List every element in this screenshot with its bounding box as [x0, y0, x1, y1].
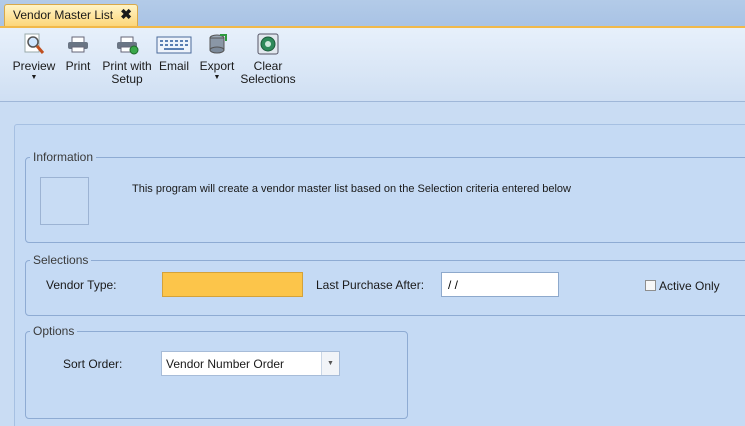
- export-button[interactable]: Export ▼: [198, 32, 236, 82]
- clear-selections-button[interactable]: Clear Selections: [240, 32, 296, 86]
- print-with-setup-button[interactable]: Print with Setup: [100, 32, 154, 86]
- information-group: Information: [25, 150, 745, 243]
- information-text: This program will create a vendor master…: [132, 183, 571, 195]
- email-label: Email: [158, 59, 189, 73]
- sort-order-select[interactable]: Vendor Number Order ▼: [161, 351, 340, 376]
- email-button[interactable]: Email: [156, 32, 192, 73]
- tab-vendor-master-list[interactable]: Vendor Master List ✖: [4, 4, 138, 26]
- preview-button[interactable]: Preview ▼: [12, 32, 56, 82]
- clear-selections-label-line2: Selections: [240, 72, 296, 86]
- print-with-setup-label-line2: Setup: [111, 72, 143, 86]
- selections-legend: Selections: [33, 253, 89, 267]
- clear-icon: [257, 33, 279, 55]
- export-label: Export: [199, 59, 235, 73]
- document-tab-strip: Vendor Master List ✖: [0, 0, 745, 26]
- active-only-label[interactable]: Active Only: [659, 279, 720, 293]
- printer-setup-icon: [117, 36, 139, 55]
- preview-label: Preview: [12, 59, 56, 73]
- keyboard-email-icon: [156, 36, 192, 54]
- sort-order-label: Sort Order:: [63, 357, 123, 371]
- chevron-down-icon[interactable]: ▼: [321, 352, 339, 375]
- ribbon-toolbar: Preview ▼ Print Print with Setup Email E…: [0, 26, 745, 102]
- last-purchase-after-input[interactable]: [441, 272, 559, 297]
- export-icon: [209, 34, 227, 54]
- printer-icon: [68, 36, 88, 53]
- chevron-down-icon: ▼: [213, 74, 221, 81]
- options-legend: Options: [33, 324, 75, 338]
- chevron-down-icon: ▼: [30, 74, 38, 81]
- program-logo-placeholder: [40, 177, 89, 225]
- vendor-type-input[interactable]: [162, 272, 303, 297]
- close-icon[interactable]: ✖: [120, 6, 132, 23]
- vendor-type-label: Vendor Type:: [46, 278, 117, 292]
- information-legend: Information: [33, 150, 94, 164]
- tab-title: Vendor Master List: [13, 8, 114, 22]
- print-button[interactable]: Print: [62, 32, 94, 73]
- print-label: Print: [65, 59, 91, 73]
- sort-order-value: Vendor Number Order: [166, 357, 285, 371]
- active-only-checkbox[interactable]: [645, 280, 656, 291]
- last-purchase-after-label: Last Purchase After:: [316, 278, 425, 292]
- magnifier-icon: [24, 33, 45, 54]
